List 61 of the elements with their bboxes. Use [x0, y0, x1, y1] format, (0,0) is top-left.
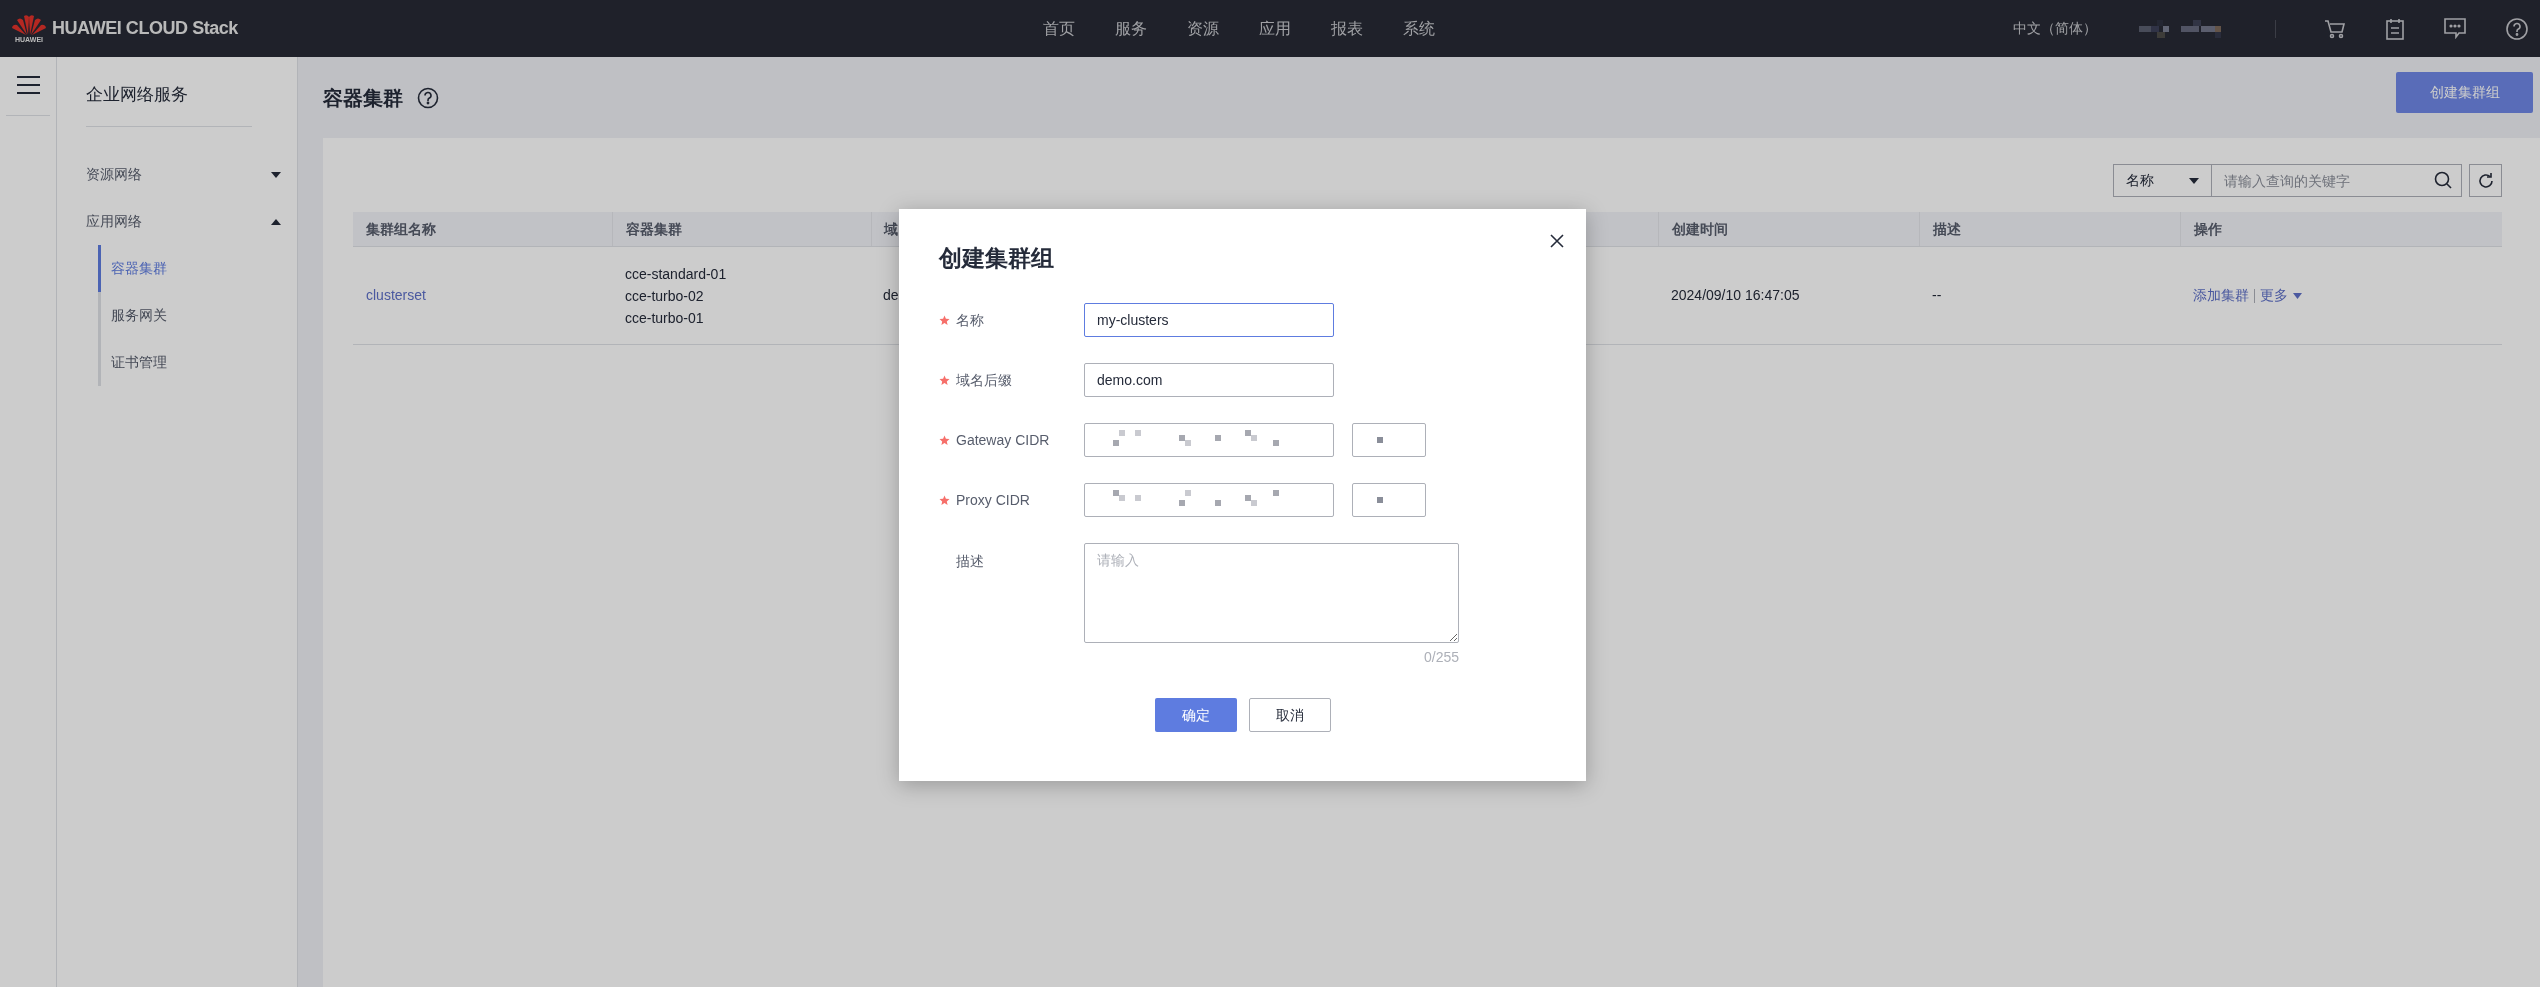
field-label: 域名后缀	[956, 370, 1012, 390]
nav-item[interactable]: 报表	[1331, 16, 1363, 41]
cart-icon[interactable]	[2324, 18, 2346, 39]
column-header: 集群组名称	[366, 219, 436, 239]
help-icon[interactable]	[417, 86, 439, 109]
sidebar-group[interactable]: 应用网络	[86, 198, 281, 245]
input-field[interactable]	[1352, 423, 1426, 457]
message-icon[interactable]	[2444, 18, 2466, 39]
table-cell-text: de	[883, 286, 899, 305]
table-cell-text: cce-standard-01	[625, 264, 728, 284]
caret-icon	[2189, 177, 2199, 184]
input-field[interactable]: my-clusters	[1084, 303, 1334, 337]
nav-item[interactable]: 系统	[1403, 16, 1435, 41]
sidebar-item[interactable]: 服务网关	[98, 292, 281, 339]
dialog-title: 创建集群组	[939, 244, 1055, 273]
input-field[interactable]: demo.com	[1084, 363, 1334, 397]
column-header: 描述	[1933, 219, 1961, 239]
cancel-button[interactable]: 取消	[1248, 698, 1331, 732]
sidebar-title: 企业网络服务	[86, 84, 189, 106]
table-cell-text: cce-turbo-02	[625, 286, 705, 306]
brand-name: HUAWEI CLOUD Stack	[52, 17, 238, 40]
nav-item[interactable]: 资源	[1187, 16, 1219, 41]
nav-item[interactable]: 应用	[1259, 16, 1291, 41]
character-counter: 0/255	[1423, 648, 1459, 667]
create-button[interactable]: 创建集群组	[2396, 72, 2533, 113]
input-field[interactable]	[1084, 483, 1334, 517]
confirm-button[interactable]: 确定	[1154, 698, 1237, 732]
caret-icon	[2293, 292, 2302, 299]
table-cell-text: 2024/09/10 16:47:05	[1671, 286, 1800, 305]
field-label: Proxy CIDR	[956, 490, 1030, 510]
column-header: 操作	[2194, 219, 2222, 239]
refresh-icon	[2476, 171, 2495, 190]
action-link[interactable]: 更多	[2260, 285, 2288, 306]
sidebar-item[interactable]: 容器集群	[98, 245, 281, 292]
field-label: 描述	[956, 552, 984, 571]
cluster-link[interactable]: clusterset	[366, 285, 426, 306]
refresh-button[interactable]	[2469, 164, 2502, 197]
action-link[interactable]: 添加集群	[2193, 285, 2249, 306]
table-cell-text: --	[1932, 286, 1942, 305]
table-cell-text: cce-turbo-01	[625, 308, 705, 328]
menu-icon[interactable]	[16, 75, 40, 95]
close-icon[interactable]	[1550, 234, 1564, 248]
clipboard-icon[interactable]	[2386, 17, 2404, 40]
column-header: 域	[884, 219, 898, 239]
input-field[interactable]	[1084, 423, 1334, 457]
field-label: Gateway CIDR	[956, 430, 1050, 450]
page-title: 容器集群	[323, 85, 403, 111]
column-header: 创建时间	[1672, 219, 1728, 239]
sidebar-item[interactable]: 证书管理	[98, 339, 281, 386]
column-header: 容器集群	[626, 219, 682, 239]
nav-item[interactable]: 服务	[1115, 16, 1147, 41]
nav-item[interactable]: 首页	[1043, 16, 1075, 41]
search-field[interactable]: 请输入查询的关键字	[2212, 164, 2462, 197]
language-selector[interactable]: 中文（简体）	[2013, 18, 2097, 39]
field-label: 名称	[956, 310, 984, 330]
search-icon[interactable]	[2434, 171, 2452, 189]
petal-logo-icon	[11, 14, 47, 36]
textarea-field[interactable]: 请输入	[1084, 543, 1459, 643]
sidebar-group[interactable]: 资源网络	[86, 151, 281, 198]
input-field[interactable]	[1352, 483, 1426, 517]
field-dropdown[interactable]: 名称	[2113, 164, 2212, 197]
